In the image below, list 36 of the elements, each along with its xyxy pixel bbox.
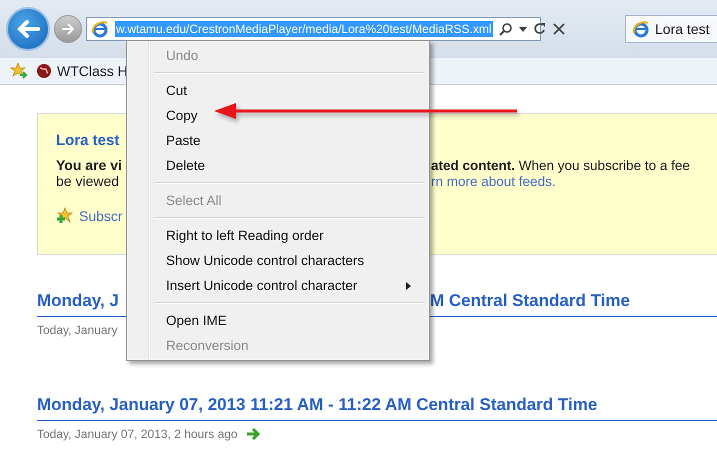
address-text: w.wtamu.edu/CrestronMediaPlayer/media/Lora%20test/MediaRSS.xml xyxy=(115,21,492,37)
browser-logo-icon xyxy=(91,20,109,38)
entry-title-link[interactable]: M Central Standard Time xyxy=(430,291,717,311)
menu-item[interactable]: Right to left Reading order xyxy=(129,223,427,248)
star-icon[interactable] xyxy=(10,62,28,80)
menu-item[interactable]: Paste xyxy=(129,128,427,153)
menu-item[interactable]: Delete xyxy=(129,153,427,178)
menu-item[interactable]: Copy xyxy=(129,103,427,128)
tab-title: Lora test xyxy=(655,21,710,37)
entry-date: Today, January xyxy=(37,323,118,337)
right-arrow-icon xyxy=(61,23,75,35)
menu-item[interactable]: Show Unicode control characters xyxy=(129,248,427,273)
notice-text: ated content. When you subscribe to a fee xyxy=(431,158,691,173)
notice-text: be viewed xyxy=(56,173,120,189)
star-plus-icon xyxy=(56,207,73,224)
entry-title-link[interactable]: Monday, January 07, 2013 11:21 AM - 11:22 AM Central Standard Time xyxy=(37,395,717,415)
close-icon[interactable] xyxy=(552,23,564,35)
entry-title-link[interactable]: Monday, J xyxy=(37,291,126,311)
menu-item[interactable]: Open IME xyxy=(129,308,427,333)
menu-item[interactable]: Insert Unicode control character xyxy=(129,273,427,298)
browser-logo-icon xyxy=(632,20,650,38)
back-button[interactable] xyxy=(6,7,50,51)
browser-tab[interactable]: Lora test xyxy=(625,15,717,43)
notice-text: You are vi xyxy=(56,157,123,173)
globe-icon xyxy=(36,63,52,79)
search-icon[interactable] xyxy=(498,22,512,36)
entry-date: Today, January 07, 2013, 2 hours ago xyxy=(37,427,238,441)
subscribe-link[interactable]: Subscr xyxy=(56,207,127,224)
feed-title: Lora test xyxy=(56,132,120,149)
menu-item[interactable]: Cut xyxy=(129,78,427,103)
forward-button[interactable] xyxy=(54,15,82,43)
refresh-icon[interactable] xyxy=(532,22,546,36)
right-arrow-icon[interactable] xyxy=(246,428,260,440)
caret-icon[interactable] xyxy=(518,26,526,32)
feeds-link[interactable]: rn more about feeds. xyxy=(431,174,717,189)
left-arrow-icon xyxy=(16,19,40,39)
